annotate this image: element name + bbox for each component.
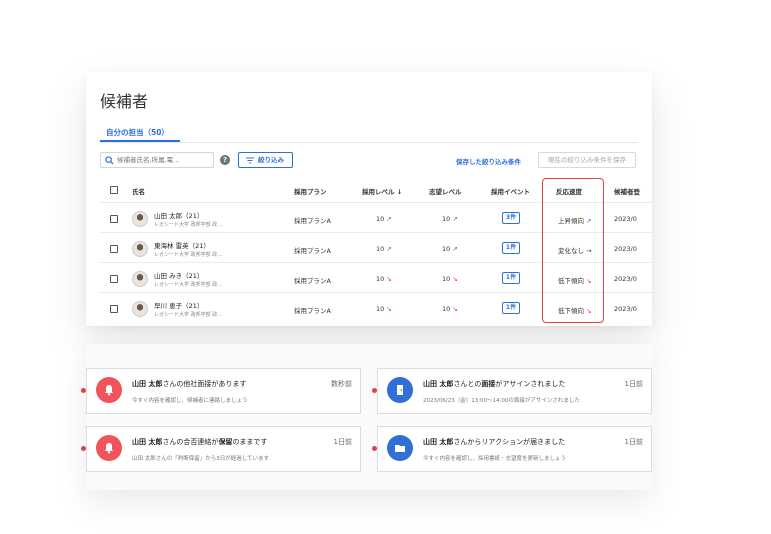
candidate-school: レガシード大学 政邦学部 政… bbox=[154, 252, 223, 258]
events-badge[interactable]: 3件 bbox=[502, 212, 520, 224]
registered-date-cell: 2023/0 bbox=[614, 245, 637, 253]
trend-up-icon: ↗ bbox=[386, 215, 392, 223]
notifications-panel: 山田 太郎さんの他社面接があります 数秒前 今すぐ内容を確認し、候補者に連絡しま… bbox=[81, 344, 652, 490]
trend-down-icon: ↘ bbox=[386, 275, 392, 283]
events-badge[interactable]: 1件 bbox=[502, 242, 520, 254]
plan-cell: 採用プランA bbox=[294, 217, 331, 225]
notification-time: 1日前 bbox=[333, 438, 352, 446]
saved-filters-link[interactable]: 保存した絞り込み条件 bbox=[456, 156, 521, 166]
search-box[interactable] bbox=[100, 152, 214, 168]
candidate-school: レガシード大学 政邦学部 政… bbox=[154, 282, 223, 288]
notification-time: 数秒前 bbox=[331, 380, 352, 388]
aspire-level-cell: 10 ↗ bbox=[442, 245, 458, 253]
candidate-name[interactable]: 山田 太郎（21） bbox=[154, 210, 203, 220]
row-checkbox[interactable] bbox=[110, 245, 118, 253]
registered-date-cell: 2023/0 bbox=[614, 275, 637, 283]
column-header-aspire-level[interactable]: 志望レベル bbox=[429, 186, 462, 196]
trend-down-icon: ↘ bbox=[386, 305, 392, 313]
notification-time: 1日前 bbox=[624, 380, 643, 388]
candidate-name[interactable]: 東海林 雷英（21） bbox=[154, 240, 210, 250]
notification-card[interactable]: 山田 太郎さんの他社面接があります 数秒前 今すぐ内容を確認し、候補者に連絡しま… bbox=[81, 368, 361, 414]
trend-down-icon: ↘ bbox=[452, 275, 458, 283]
search-input[interactable] bbox=[117, 154, 211, 166]
bell-icon bbox=[96, 377, 122, 403]
trend-up-icon: ↗ bbox=[452, 245, 458, 253]
registered-date-cell: 2023/0 bbox=[614, 305, 637, 313]
column-header-events[interactable]: 採用イベント bbox=[491, 186, 530, 196]
tab-divider bbox=[100, 142, 638, 143]
row-checkbox[interactable] bbox=[110, 275, 118, 283]
plan-cell: 採用プランA bbox=[294, 247, 331, 255]
unread-dot bbox=[372, 446, 377, 451]
folder-icon bbox=[387, 435, 413, 461]
avatar bbox=[132, 241, 148, 257]
filter-icon bbox=[246, 157, 254, 164]
trend-up-icon: ↗ bbox=[386, 245, 392, 253]
notification-body: 2023/06/23（金）13:00～14:00の面接がアサインされました bbox=[423, 398, 580, 404]
aspire-level-cell: 10 ↗ bbox=[442, 215, 458, 223]
events-badge[interactable]: 1件 bbox=[502, 272, 520, 284]
door-icon bbox=[387, 377, 413, 403]
bell-icon bbox=[96, 435, 122, 461]
plan-cell: 採用プランA bbox=[294, 277, 331, 285]
unread-dot bbox=[81, 446, 86, 451]
trend-up-icon: ↗ bbox=[452, 215, 458, 223]
notification-title: 山田 太郎さんの他社面接があります bbox=[132, 380, 247, 388]
aspire-level-cell: 10 ↘ bbox=[442, 305, 458, 313]
hire-level-cell: 10 ↗ bbox=[376, 245, 392, 253]
notification-time: 1日前 bbox=[624, 438, 643, 446]
column-header-plan[interactable]: 採用プラン bbox=[294, 186, 327, 196]
hire-level-cell: 10 ↘ bbox=[376, 275, 392, 283]
row-checkbox[interactable] bbox=[110, 215, 118, 223]
response-speed-highlight bbox=[542, 178, 604, 323]
candidates-panel: 候補者 自分の担当（50） ? 絞り込み 保存した絞り込み条件 現在の絞り込み条… bbox=[86, 72, 652, 326]
notification-card[interactable]: 山田 太郎さんからリアクションが届きました 1日前 今すぐ内容を確認し、採用書紙… bbox=[372, 426, 652, 472]
candidate-school: レガシード大学 政邦学部 政… bbox=[154, 222, 223, 228]
row-checkbox[interactable] bbox=[110, 305, 118, 313]
avatar bbox=[132, 301, 148, 317]
notification-title: 山田 太郎さんの合否連絡が保留のままです bbox=[132, 438, 268, 446]
aspire-level-cell: 10 ↘ bbox=[442, 275, 458, 283]
search-icon bbox=[105, 156, 114, 165]
avatar bbox=[132, 271, 148, 287]
select-all-checkbox[interactable] bbox=[110, 186, 118, 194]
save-filter-button[interactable]: 現在の絞り込み条件を保存 bbox=[538, 152, 636, 168]
notification-card[interactable]: 山田 太郎さんの合否連絡が保留のままです 1日前 山田 太郎さんの「判断保留」か… bbox=[81, 426, 361, 472]
registered-date-cell: 2023/0 bbox=[614, 215, 637, 223]
notification-body: 今すぐ内容を確認し、採用書紙・志望度を更新しましょう bbox=[423, 456, 567, 462]
notification-title: 山田 太郎さんからリアクションが届きました bbox=[423, 438, 566, 446]
help-icon[interactable]: ? bbox=[220, 155, 230, 165]
notification-body: 山田 太郎さんの「判断保留」から3日が経過しています bbox=[132, 456, 270, 462]
tab-my-candidates[interactable]: 自分の担当（50） bbox=[106, 127, 169, 138]
candidate-name[interactable]: 山田 みき（21） bbox=[154, 270, 203, 280]
notification-title: 山田 太郎さんとの面接がアサインされました bbox=[423, 380, 566, 388]
filter-button-label: 絞り込み bbox=[258, 156, 284, 164]
page-title: 候補者 bbox=[100, 92, 149, 111]
avatar bbox=[132, 211, 148, 227]
notification-body: 今すぐ内容を確認し、候補者に連絡しましょう bbox=[132, 398, 248, 404]
hire-level-cell: 10 ↗ bbox=[376, 215, 392, 223]
unread-dot bbox=[372, 388, 377, 393]
notification-card[interactable]: 山田 太郎さんとの面接がアサインされました 1日前 2023/06/23（金）1… bbox=[372, 368, 652, 414]
trend-down-icon: ↘ bbox=[452, 305, 458, 313]
unread-dot bbox=[81, 388, 86, 393]
hire-level-cell: 10 ↘ bbox=[376, 305, 392, 313]
column-header-hire-level[interactable]: 採用レベル ↓ bbox=[362, 186, 402, 196]
plan-cell: 採用プランA bbox=[294, 307, 331, 315]
candidate-school: レガシード大学 政邦学部 政… bbox=[154, 312, 223, 318]
filter-button[interactable]: 絞り込み bbox=[238, 152, 293, 168]
column-header-registered-date[interactable]: 候補者登 bbox=[614, 186, 640, 196]
events-badge[interactable]: 1件 bbox=[502, 302, 520, 314]
column-header-name[interactable]: 氏名 bbox=[132, 186, 145, 196]
candidate-name[interactable]: 早川 恵子（21） bbox=[154, 300, 203, 310]
